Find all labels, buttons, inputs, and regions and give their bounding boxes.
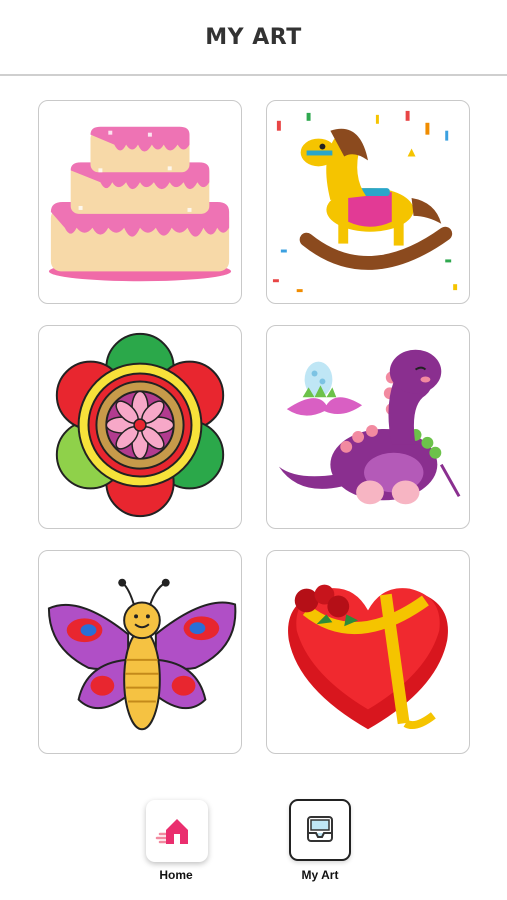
- heart-gift-artwork: [288, 584, 448, 730]
- home-nav-label: Home: [159, 868, 193, 882]
- mandala-artwork: [55, 332, 225, 518]
- my-art-icon: [307, 816, 333, 842]
- home-nav-button[interactable]: [146, 800, 208, 862]
- myart-nav-label: My Art: [301, 868, 339, 882]
- butterfly-artwork: [47, 578, 237, 731]
- artwork-card-cake[interactable]: [38, 100, 242, 304]
- myart-nav-button[interactable]: [289, 799, 351, 861]
- artwork-card-dinosaur[interactable]: [266, 325, 470, 529]
- app-header: MY ART: [0, 0, 507, 76]
- artwork-card-mandala[interactable]: [38, 325, 242, 529]
- cake-artwork: [48, 126, 232, 282]
- rocking-horse-artwork: [272, 110, 458, 293]
- artwork-card-heart-gift[interactable]: [266, 550, 470, 754]
- artwork-card-butterfly[interactable]: [38, 550, 242, 754]
- artwork-card-rocking-horse[interactable]: [266, 100, 470, 304]
- dinosaur-artwork: [278, 349, 461, 505]
- page-title: MY ART: [205, 24, 302, 50]
- home-icon: [155, 819, 188, 844]
